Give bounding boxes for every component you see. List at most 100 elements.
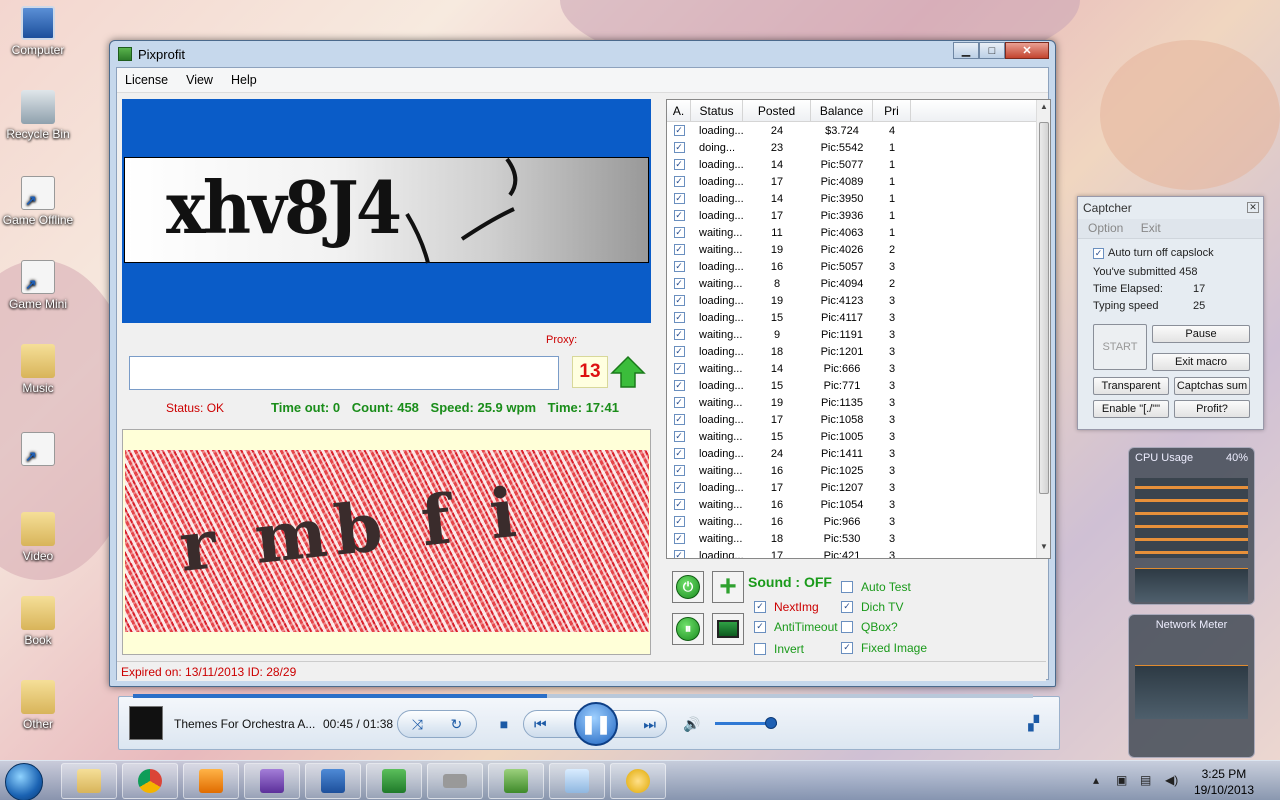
exit-macro-button[interactable]: Exit macro bbox=[1152, 353, 1250, 371]
tray-network-icon[interactable]: ▤ bbox=[1140, 773, 1151, 787]
option-checkbox[interactable]: ✓ bbox=[841, 642, 853, 654]
close-button[interactable]: ✕ bbox=[1005, 42, 1049, 59]
taskbar-explorer[interactable] bbox=[61, 763, 117, 799]
auto-caps-checkbox[interactable]: ✓ bbox=[1093, 247, 1104, 259]
option-checkbox[interactable] bbox=[841, 621, 853, 633]
menu-view[interactable]: View bbox=[186, 73, 213, 87]
table-row[interactable]: ✓ loading... 19 Pic:4123 3 bbox=[667, 292, 1036, 309]
start-button[interactable]: START bbox=[1093, 324, 1147, 370]
sound-toggle[interactable]: Sound : OFF bbox=[748, 574, 832, 590]
row-checkbox[interactable]: ✓ bbox=[673, 159, 685, 170]
row-checkbox[interactable]: ✓ bbox=[673, 516, 685, 527]
column-header-status[interactable]: Status bbox=[691, 100, 743, 121]
row-checkbox[interactable]: ✓ bbox=[673, 346, 685, 357]
desktop-icon-game-offline[interactable]: Game Offline bbox=[0, 176, 76, 227]
menu-option[interactable]: Option bbox=[1088, 221, 1123, 235]
row-checkbox[interactable]: ✓ bbox=[673, 295, 685, 306]
profit-button[interactable]: Profit? bbox=[1174, 400, 1250, 418]
row-checkbox[interactable]: ✓ bbox=[673, 142, 685, 153]
previous-icon[interactable]: ⏮ bbox=[534, 716, 547, 733]
desktop-icon-computer[interactable]: Computer bbox=[0, 6, 76, 57]
tray-app-icon[interactable]: ▣ bbox=[1116, 773, 1127, 787]
option-fixed-image[interactable]: ✓ Fixed Image bbox=[841, 641, 927, 655]
taskbar-clock[interactable]: 3:25 PM 19/10/2013 bbox=[1194, 766, 1254, 798]
scroll-up-icon[interactable]: ▲ bbox=[1037, 102, 1050, 116]
row-checkbox[interactable]: ✓ bbox=[673, 261, 685, 272]
table-row[interactable]: ✓ loading... 24 Pic:1411 3 bbox=[667, 445, 1036, 462]
column-header-posted[interactable]: Posted bbox=[743, 100, 811, 121]
title-bar[interactable]: Pixprofit bbox=[110, 41, 1055, 67]
table-row[interactable]: ✓ doing... 23 Pic:5542 1 bbox=[667, 139, 1036, 156]
scroll-thumb[interactable] bbox=[1039, 122, 1049, 494]
power-button[interactable]: ⏻ bbox=[672, 571, 704, 603]
row-checkbox[interactable]: ✓ bbox=[673, 380, 685, 391]
captcha-answer-input[interactable] bbox=[129, 356, 559, 390]
desktop-icon-book[interactable]: Book bbox=[0, 596, 76, 647]
image-button[interactable] bbox=[712, 613, 744, 645]
table-row[interactable]: ✓ loading... 14 Pic:3950 1 bbox=[667, 190, 1036, 207]
next-icon[interactable]: ⏭ bbox=[643, 716, 656, 733]
table-row[interactable]: ✓ loading... 17 Pic:421 3 bbox=[667, 547, 1036, 558]
row-checkbox[interactable]: ✓ bbox=[673, 193, 685, 204]
table-row[interactable]: ✓ waiting... 15 Pic:1005 3 bbox=[667, 428, 1036, 445]
row-checkbox[interactable]: ✓ bbox=[673, 125, 685, 136]
table-row[interactable]: ✓ waiting... 9 Pic:1191 3 bbox=[667, 326, 1036, 343]
pause-button[interactable]: ❚❚ bbox=[574, 702, 618, 746]
row-checkbox[interactable]: ✓ bbox=[673, 244, 685, 255]
taskbar-notepad[interactable] bbox=[549, 763, 605, 799]
option-checkbox[interactable] bbox=[754, 643, 766, 655]
option-antitimeout[interactable]: ✓ AntiTimeout bbox=[754, 620, 838, 634]
column-header-balance[interactable]: Balance bbox=[811, 100, 873, 121]
desktop-icon-recycle-bin[interactable]: Recycle Bin bbox=[0, 90, 76, 141]
table-row[interactable]: ✓ waiting... 16 Pic:1054 3 bbox=[667, 496, 1036, 513]
taskbar-media-player[interactable] bbox=[183, 763, 239, 799]
option-checkbox[interactable]: ✓ bbox=[754, 621, 766, 633]
row-checkbox[interactable]: ✓ bbox=[673, 176, 685, 187]
row-checkbox[interactable]: ✓ bbox=[673, 312, 685, 323]
option-checkbox[interactable] bbox=[841, 581, 853, 593]
row-checkbox[interactable]: ✓ bbox=[673, 431, 685, 442]
desktop-icon-music[interactable]: Music bbox=[0, 344, 76, 395]
row-checkbox[interactable]: ✓ bbox=[673, 329, 685, 340]
row-checkbox[interactable]: ✓ bbox=[673, 533, 685, 544]
table-row[interactable]: ✓ waiting... 19 Pic:1135 3 bbox=[667, 394, 1036, 411]
table-row[interactable]: ✓ waiting... 14 Pic:666 3 bbox=[667, 360, 1036, 377]
option-qbox[interactable]: QBox? bbox=[841, 620, 898, 634]
row-checkbox[interactable]: ✓ bbox=[673, 227, 685, 238]
volume-knob[interactable] bbox=[764, 717, 777, 729]
maximize-button[interactable]: □ bbox=[979, 42, 1005, 59]
scroll-down-icon[interactable]: ▼ bbox=[1037, 542, 1050, 556]
table-row[interactable]: ✓ loading... 24 $3.724 4 bbox=[667, 122, 1036, 139]
switch-view-icon[interactable]: ▞ bbox=[1028, 715, 1039, 732]
table-row[interactable]: ✓ waiting... 19 Pic:4026 2 bbox=[667, 241, 1036, 258]
submit-arrow-icon[interactable] bbox=[610, 355, 646, 389]
repeat-icon[interactable]: ↻ bbox=[451, 716, 463, 733]
row-checkbox[interactable]: ✓ bbox=[673, 465, 685, 476]
table-row[interactable]: ✓ waiting... 16 Pic:966 3 bbox=[667, 513, 1036, 530]
menu-exit[interactable]: Exit bbox=[1141, 221, 1161, 235]
pause-account-button[interactable]: ⏸ bbox=[672, 613, 704, 645]
transparent-button[interactable]: Transparent bbox=[1093, 377, 1169, 395]
auto-caps-option[interactable]: ✓ Auto turn off capslock bbox=[1093, 247, 1214, 259]
table-row[interactable]: ✓ waiting... 11 Pic:4063 1 bbox=[667, 224, 1036, 241]
option-checkbox[interactable]: ✓ bbox=[754, 601, 766, 613]
table-row[interactable]: ✓ loading... 17 Pic:1207 3 bbox=[667, 479, 1036, 496]
taskbar-messenger[interactable] bbox=[610, 763, 666, 799]
row-checkbox[interactable]: ✓ bbox=[673, 448, 685, 459]
tray-volume-icon[interactable]: ◀) bbox=[1165, 773, 1178, 787]
close-icon[interactable]: ✕ bbox=[1247, 202, 1259, 213]
media-progress[interactable] bbox=[133, 694, 1033, 698]
table-row[interactable]: ✓ loading... 15 Pic:4117 3 bbox=[667, 309, 1036, 326]
taskbar-word[interactable] bbox=[305, 763, 361, 799]
enable-button[interactable]: Enable "[./"" bbox=[1093, 400, 1169, 418]
option-dich-tv[interactable]: ✓ Dich TV bbox=[841, 600, 903, 614]
table-row[interactable]: ✓ loading... 17 Pic:4089 1 bbox=[667, 173, 1036, 190]
stop-button[interactable]: ■ bbox=[492, 710, 516, 738]
row-checkbox[interactable]: ✓ bbox=[673, 363, 685, 374]
taskbar-excel[interactable] bbox=[366, 763, 422, 799]
table-row[interactable]: ✓ loading... 16 Pic:5057 3 bbox=[667, 258, 1036, 275]
table-row[interactable]: ✓ loading... 15 Pic:771 3 bbox=[667, 377, 1036, 394]
row-checkbox[interactable]: ✓ bbox=[673, 414, 685, 425]
row-checkbox[interactable]: ✓ bbox=[673, 278, 685, 289]
table-row[interactable]: ✓ waiting... 18 Pic:530 3 bbox=[667, 530, 1036, 547]
